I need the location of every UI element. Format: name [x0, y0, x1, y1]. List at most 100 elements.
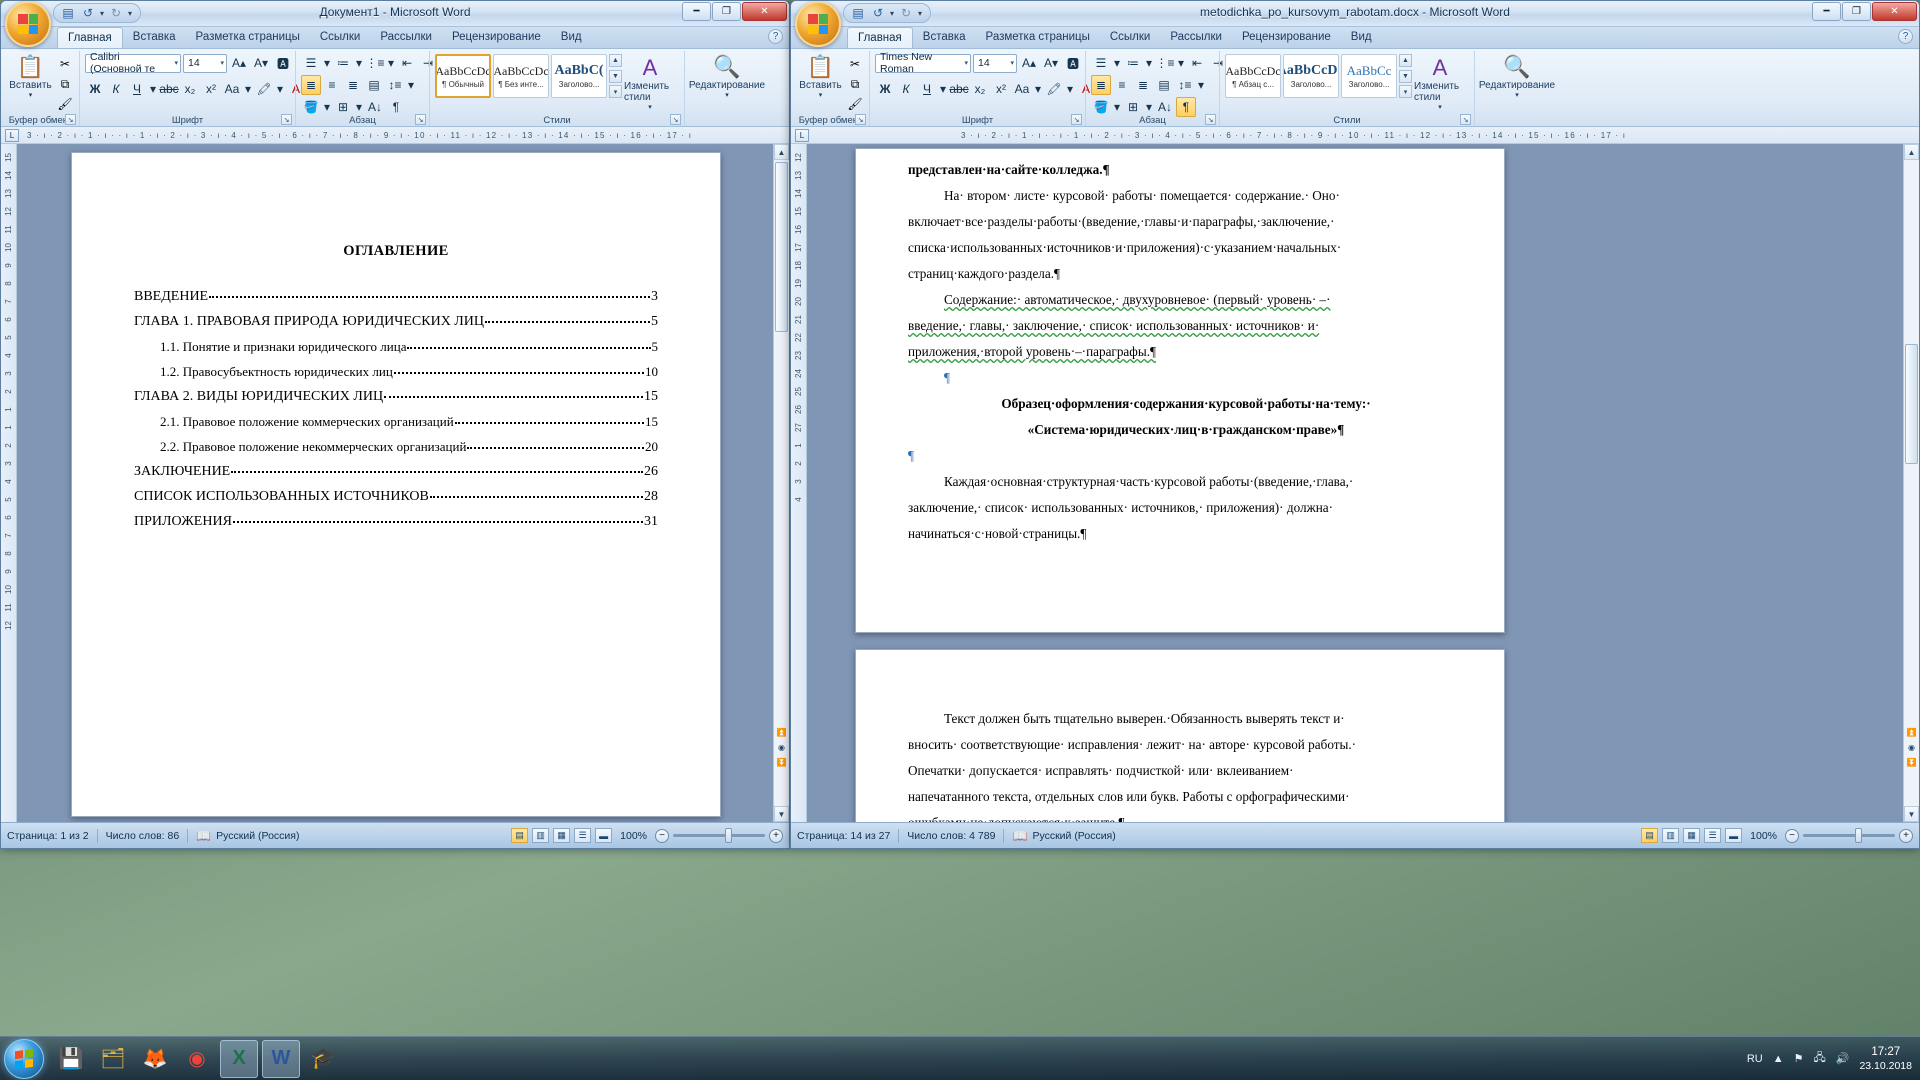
- bullets-dropdown-icon[interactable]: ▾: [322, 53, 332, 73]
- minimize-button[interactable]: ━: [682, 2, 711, 21]
- styles-dialog-launcher[interactable]: ↘: [670, 114, 681, 125]
- toc-entry[interactable]: ГЛАВА 1. ПРАВОВАЯ ПРИРОДА ЮРИДИЧЕСКИХ ЛИ…: [134, 309, 658, 334]
- align-right-icon[interactable]: ≣: [343, 75, 363, 95]
- ribbon-tabs-left[interactable]: Главная Вставка Разметка страницы Ссылки…: [1, 27, 789, 49]
- ribbon-tabs-right[interactable]: Главная Вставка Разметка страницы Ссылки…: [791, 27, 1919, 49]
- maximize-button[interactable]: ❐: [1842, 2, 1871, 21]
- qat-customize-icon[interactable]: ▾: [128, 9, 132, 18]
- language-indicator-left[interactable]: Русский (Россия): [216, 830, 299, 842]
- toc-entry[interactable]: ПРИЛОЖЕНИЯ 31: [134, 509, 658, 534]
- taskbar-item-firefox[interactable]: 🦊: [136, 1040, 174, 1078]
- tab-rassylki[interactable]: Рассылки: [370, 27, 442, 48]
- page-indicator-right[interactable]: Страница: 14 из 27: [797, 830, 890, 842]
- word-count-right[interactable]: Число слов: 4 789: [907, 830, 995, 842]
- format-painter-icon[interactable]: 🖌: [56, 95, 74, 113]
- outline-view-icon[interactable]: ☰: [1704, 828, 1722, 843]
- decrease-indent-icon[interactable]: ⇤: [1187, 53, 1207, 73]
- italic-icon[interactable]: К: [896, 79, 916, 99]
- horizontal-ruler-right[interactable]: L 3 · ı · 2 · ı · 1 · ı · · ı · 1 · ı · …: [791, 127, 1919, 144]
- help-icon[interactable]: ?: [768, 29, 783, 44]
- toc-entry[interactable]: 1.2. Правосубъектность юридических лиц 1…: [134, 359, 658, 384]
- show-formatting-marks-icon[interactable]: ¶: [1176, 97, 1196, 117]
- show-formatting-marks-icon[interactable]: ¶: [386, 97, 406, 117]
- align-center-icon[interactable]: ≡: [1112, 75, 1132, 95]
- undo-icon[interactable]: ↺: [870, 5, 886, 21]
- shading-icon[interactable]: 🪣: [1091, 97, 1111, 117]
- draft-view-icon[interactable]: ▬: [1725, 828, 1743, 843]
- volume-icon[interactable]: 🔊: [1836, 1052, 1850, 1065]
- tab-vid[interactable]: Вид: [551, 27, 592, 48]
- qat-customize-icon[interactable]: ▾: [918, 9, 922, 18]
- ribbon-right[interactable]: 📋 Вставить ▾ ✂ ⧉ 🖌 Буфер обмена ↘ Times …: [791, 49, 1919, 127]
- multilevel-dropdown-icon[interactable]: ▾: [1176, 53, 1186, 73]
- ribbon-left[interactable]: 📋 Вставить ▾ ✂ ⧉ 🖌 Буфер обмена ↘ Calibr…: [1, 49, 789, 127]
- status-right-left[interactable]: ▤ ▥ ▦ ☰ ▬ 100% − +: [511, 828, 783, 843]
- office-button-left[interactable]: [5, 1, 51, 47]
- taskbar-item-graduate[interactable]: 🎓: [304, 1040, 342, 1078]
- vertical-scrollbar-right[interactable]: ▲ ⏫ ◉ ⏬ ▼: [1903, 144, 1919, 822]
- print-layout-view-icon[interactable]: ▤: [1641, 828, 1659, 843]
- styles-dialog-launcher[interactable]: ↘: [1460, 114, 1471, 125]
- bullets-icon[interactable]: ☰: [1091, 53, 1111, 73]
- spellcheck-icon[interactable]: 📖: [196, 829, 211, 843]
- scroll-up-icon[interactable]: ▲: [774, 144, 789, 160]
- toc-entry[interactable]: ВВЕДЕНИЕ 3: [134, 284, 658, 309]
- tab-ssylki[interactable]: Ссылки: [310, 27, 371, 48]
- case-dropdown-icon[interactable]: ▾: [1033, 79, 1043, 99]
- align-center-icon[interactable]: ≡: [322, 75, 342, 95]
- chevron-down-icon[interactable]: ▾: [1007, 59, 1014, 67]
- bold-icon[interactable]: Ж: [85, 79, 105, 99]
- editing-button[interactable]: 🔍 Редактирование ▾: [1479, 53, 1555, 100]
- system-tray[interactable]: RU ▲ ⚑ 🖧 🔊 17:27 23.10.2018: [1747, 1045, 1920, 1073]
- line-spacing-dropdown-icon[interactable]: ▾: [1196, 75, 1206, 95]
- select-browse-object-icon[interactable]: ◉: [1905, 740, 1918, 755]
- font-size-combo-left[interactable]: 14 ▾: [183, 53, 227, 73]
- zoom-slider[interactable]: [673, 828, 765, 843]
- scroll-up-icon[interactable]: ▲: [1904, 144, 1919, 160]
- bullets-icon[interactable]: ☰: [301, 53, 321, 73]
- bullets-dropdown-icon[interactable]: ▾: [1112, 53, 1122, 73]
- language-indicator-right[interactable]: Русский (Россия): [1032, 830, 1115, 842]
- vertical-scrollbar-left[interactable]: ▲ ⏫ ◉ ⏬ ▼: [773, 144, 789, 822]
- document-page-right-2[interactable]: Текст должен быть тщательно выверен.·Обя…: [855, 649, 1505, 822]
- clock[interactable]: 17:27 23.10.2018: [1859, 1045, 1912, 1073]
- close-button[interactable]: ✕: [742, 2, 787, 21]
- status-bar-right[interactable]: Страница: 14 из 27 Число слов: 4 789 📖 Р…: [791, 822, 1919, 848]
- previous-page-icon[interactable]: ⏫: [1905, 725, 1918, 740]
- gallery-more-icon[interactable]: ▾: [609, 85, 622, 98]
- select-browse-object-icon[interactable]: ◉: [775, 740, 788, 755]
- line-spacing-icon[interactable]: ↕≡: [385, 75, 405, 95]
- numbering-icon[interactable]: ≔: [333, 53, 353, 73]
- change-case-icon[interactable]: Aa: [222, 79, 242, 99]
- copy-icon[interactable]: ⧉: [846, 75, 864, 93]
- save-icon[interactable]: ▤: [850, 5, 866, 21]
- zoom-level-left[interactable]: 100%: [620, 830, 647, 842]
- tab-recenzirovanie[interactable]: Рецензирование: [442, 27, 551, 48]
- scroll-down-icon[interactable]: ▼: [1904, 806, 1919, 822]
- toc-entry[interactable]: 2.1. Правовое положение коммерческих орг…: [134, 409, 658, 434]
- document-page-right-1[interactable]: представлен·на·сайте·колледжа.¶ На· второ…: [855, 148, 1505, 633]
- browse-object-buttons[interactable]: ⏫ ◉ ⏬: [1905, 725, 1918, 770]
- tab-stop-selector-icon[interactable]: L: [795, 129, 809, 142]
- previous-page-icon[interactable]: ⏫: [775, 725, 788, 740]
- zoom-slider-thumb[interactable]: [1855, 828, 1862, 843]
- start-button[interactable]: [4, 1038, 44, 1079]
- taskbar-item-excel[interactable]: X: [220, 1039, 258, 1078]
- save-icon[interactable]: ▤: [60, 5, 76, 21]
- minimize-button[interactable]: ━: [1812, 2, 1841, 21]
- numbering-dropdown-icon[interactable]: ▾: [1144, 53, 1154, 73]
- full-screen-reading-icon[interactable]: ▥: [1662, 828, 1680, 843]
- clipboard-dialog-launcher[interactable]: ↘: [65, 114, 76, 125]
- line-spacing-dropdown-icon[interactable]: ▾: [406, 75, 416, 95]
- style-bez-intervala[interactable]: AaBbCcDc ¶ Без инте...: [493, 54, 549, 98]
- style-obychnyy[interactable]: AaBbCcDc ¶ Обычный: [435, 54, 491, 98]
- draft-view-icon[interactable]: ▬: [595, 828, 613, 843]
- justify-icon[interactable]: ▤: [1154, 75, 1174, 95]
- numbering-icon[interactable]: ≔: [1123, 53, 1143, 73]
- close-button[interactable]: ✕: [1872, 2, 1917, 21]
- grow-font-icon[interactable]: A▴: [1019, 53, 1039, 73]
- paragraph-dialog-launcher[interactable]: ↘: [415, 114, 426, 125]
- font-name-combo-right[interactable]: Times New Roman ▾: [875, 51, 971, 75]
- status-bar-left[interactable]: Страница: 1 из 2 Число слов: 86 📖 Русски…: [1, 822, 789, 848]
- zoom-out-icon[interactable]: −: [655, 828, 669, 843]
